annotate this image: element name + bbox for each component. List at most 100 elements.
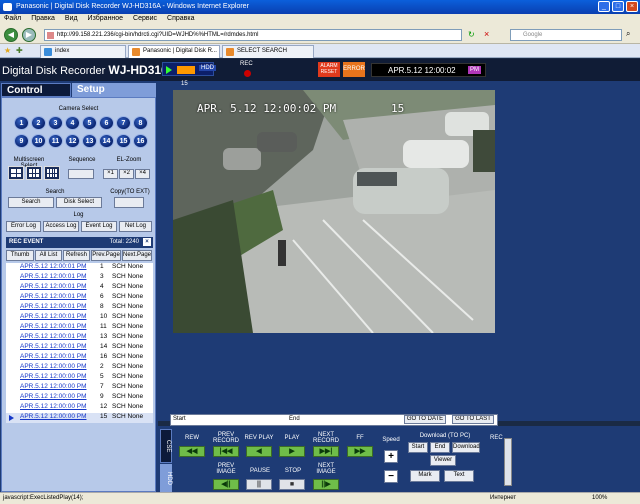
event-date-link[interactable]: APR.5.12 12:00:01 PM — [20, 313, 87, 320]
dl-end-button[interactable]: End — [430, 442, 450, 453]
net-log-button[interactable]: Net Log — [119, 221, 152, 232]
thumb-button[interactable]: Thumb — [6, 250, 34, 261]
event-date-link[interactable]: APR.5.12 12:00:00 PM — [20, 383, 87, 390]
camera-button-8[interactable]: 8 — [133, 116, 148, 130]
dl-start-button[interactable]: Start — [408, 442, 428, 453]
download-button[interactable]: Download — [452, 442, 480, 453]
error-log-button[interactable]: Error Log — [6, 221, 41, 232]
event-date-link[interactable]: APR.5.12 12:00:01 PM — [20, 323, 87, 330]
menu-tools[interactable]: Сервис — [133, 15, 157, 26]
sequence-button[interactable] — [68, 169, 94, 179]
event-date-link[interactable]: APR.5.12 12:00:01 PM — [20, 353, 87, 360]
tab-panasonic[interactable]: Panasonic | Digital Disk R... — [128, 45, 220, 58]
event-row[interactable]: APR.5.12 12:00:01 PM 14 SCH None — [6, 343, 153, 353]
tab-control[interactable]: Control — [1, 83, 71, 97]
next-page-button[interactable]: Next.Page — [122, 250, 152, 261]
event-date-link[interactable]: APR.5.12 12:00:01 PM — [20, 343, 87, 350]
event-row[interactable]: APR.5.12 12:00:00 PM 2 SCH None — [6, 363, 153, 373]
event-date-link[interactable]: APR.5.12 12:00:01 PM — [20, 303, 87, 310]
event-row[interactable]: APR.5.12 12:00:01 PM 3 SCH None — [6, 273, 153, 283]
stop-button[interactable]: ■ — [279, 479, 305, 490]
menu-file[interactable]: Файл — [4, 15, 21, 26]
next-image-button[interactable]: ||▶ — [313, 479, 339, 490]
event-row[interactable]: APR.5.12 12:00:00 PM 7 SCH None — [6, 383, 153, 393]
camera-button-15[interactable]: 15 — [116, 134, 131, 148]
camera-button-9[interactable]: 9 — [14, 134, 29, 148]
camera-button-14[interactable]: 14 — [99, 134, 114, 148]
menu-favorites[interactable]: Избранное — [88, 15, 123, 26]
tab-cse[interactable]: CSE — [160, 429, 172, 463]
event-date-link[interactable]: APR.5.12 12:00:01 PM — [20, 263, 87, 270]
event-row[interactable]: APR.5.12 12:00:01 PM 11 SCH None — [6, 323, 153, 333]
camera-button-6[interactable]: 6 — [99, 116, 114, 130]
error-button[interactable]: ERROR — [343, 62, 365, 77]
pause-button[interactable]: || — [246, 479, 272, 490]
tab-setup[interactable]: Setup — [72, 83, 156, 97]
favorites-star-icon[interactable]: ★ — [4, 46, 11, 55]
stop-icon[interactable]: × — [484, 29, 489, 39]
goto-date-button[interactable]: GO TO DATE — [404, 415, 446, 424]
minimize-button[interactable]: _ — [598, 1, 610, 12]
menu-view[interactable]: Вид — [65, 15, 78, 26]
event-row[interactable]: APR.5.12 12:00:00 PM 9 SCH None — [6, 393, 153, 403]
zoom-x4-button[interactable]: ×4 — [135, 169, 150, 179]
zoom-level[interactable]: 100% — [592, 495, 607, 501]
event-row[interactable]: APR.5.12 12:00:01 PM 1 SCH None — [6, 263, 153, 273]
event-row[interactable]: APR.5.12 12:00:01 PM 4 SCH None — [6, 283, 153, 293]
prev-record-button[interactable]: |◀◀ — [213, 446, 239, 457]
event-row[interactable]: APR.5.12 12:00:00 PM 15 SCH None — [6, 413, 153, 423]
speed-down-button[interactable]: − — [384, 470, 398, 483]
camera-button-16[interactable]: 16 — [133, 134, 148, 148]
event-row[interactable]: APR.5.12 12:00:01 PM 6 SCH None — [6, 293, 153, 303]
camera-button-13[interactable]: 13 — [82, 134, 97, 148]
camera-button-7[interactable]: 7 — [116, 116, 131, 130]
play-button[interactable]: ▶ — [279, 446, 305, 457]
all-list-button[interactable]: All List — [35, 250, 62, 261]
event-date-link[interactable]: APR.5.12 12:00:01 PM — [20, 273, 87, 280]
camera-button-4[interactable]: 4 — [65, 116, 80, 130]
camera-button-12[interactable]: 12 — [65, 134, 80, 148]
alarm-reset-button[interactable]: ALARM RESET — [318, 62, 340, 77]
search-icon[interactable]: ⌕ — [626, 29, 630, 39]
timeline-bar[interactable]: Start End — [170, 414, 498, 426]
tab-index[interactable]: index — [40, 45, 126, 58]
back-button[interactable]: ◀ — [4, 28, 18, 42]
add-favorite-icon[interactable]: ✚ — [16, 46, 23, 55]
event-date-link[interactable]: APR.5.12 12:00:00 PM — [20, 393, 87, 400]
rec-scrollbar[interactable] — [504, 438, 512, 486]
event-row[interactable]: APR.5.12 12:00:01 PM 16 SCH None — [6, 353, 153, 363]
zoom-x1-button[interactable]: ×1 — [103, 169, 118, 179]
camera-image[interactable]: APR. 5.12 12:00:02 PM 15 — [173, 90, 495, 333]
tab-hdd[interactable]: HDD — [160, 464, 172, 492]
menu-help[interactable]: Справка — [167, 15, 194, 26]
event-date-link[interactable]: APR.5.12 12:00:01 PM — [20, 293, 87, 300]
event-row[interactable]: APR.5.12 12:00:01 PM 13 SCH None — [6, 333, 153, 343]
event-row[interactable]: APR.5.12 12:00:01 PM 10 SCH None — [6, 313, 153, 323]
refresh-icon[interactable]: ↻ — [468, 30, 475, 39]
viewer-button[interactable]: Viewer — [430, 455, 456, 466]
event-date-link[interactable]: APR.5.12 12:00:00 PM — [20, 403, 87, 410]
event-row[interactable]: APR.5.12 12:00:00 PM 12 SCH None — [6, 403, 153, 413]
disk-select-button[interactable]: Disk Select — [56, 197, 102, 208]
copy-button[interactable] — [114, 197, 144, 208]
access-log-button[interactable]: Access Log — [43, 221, 79, 232]
text-button[interactable]: Text — [444, 470, 474, 482]
tab-select-search[interactable]: SELECT SEARCH — [222, 45, 314, 58]
camera-button-11[interactable]: 11 — [48, 134, 63, 148]
camera-button-1[interactable]: 1 — [14, 116, 29, 130]
search-input[interactable]: Google — [510, 29, 622, 41]
url-input[interactable]: http://99.158.221.236/cgi-bin/hdrcti.cgi… — [44, 29, 462, 41]
rev-play-button[interactable]: ◀ — [246, 446, 272, 457]
close-rec-event-icon[interactable]: × — [143, 238, 151, 246]
nine-screen-icon[interactable] — [26, 166, 42, 180]
close-button[interactable]: × — [626, 1, 638, 12]
event-date-link[interactable]: APR.5.12 12:00:00 PM — [20, 413, 87, 420]
refresh-button[interactable]: Refresh — [63, 250, 90, 261]
event-date-link[interactable]: APR.5.12 12:00:01 PM — [20, 283, 87, 290]
camera-button-3[interactable]: 3 — [48, 116, 63, 130]
event-date-link[interactable]: APR.5.12 12:00:00 PM — [20, 363, 87, 370]
search-button[interactable]: Search — [8, 197, 54, 208]
speed-up-button[interactable]: + — [384, 450, 398, 463]
event-row[interactable]: APR.5.12 12:00:00 PM 5 SCH None — [6, 373, 153, 383]
camera-button-5[interactable]: 5 — [82, 116, 97, 130]
